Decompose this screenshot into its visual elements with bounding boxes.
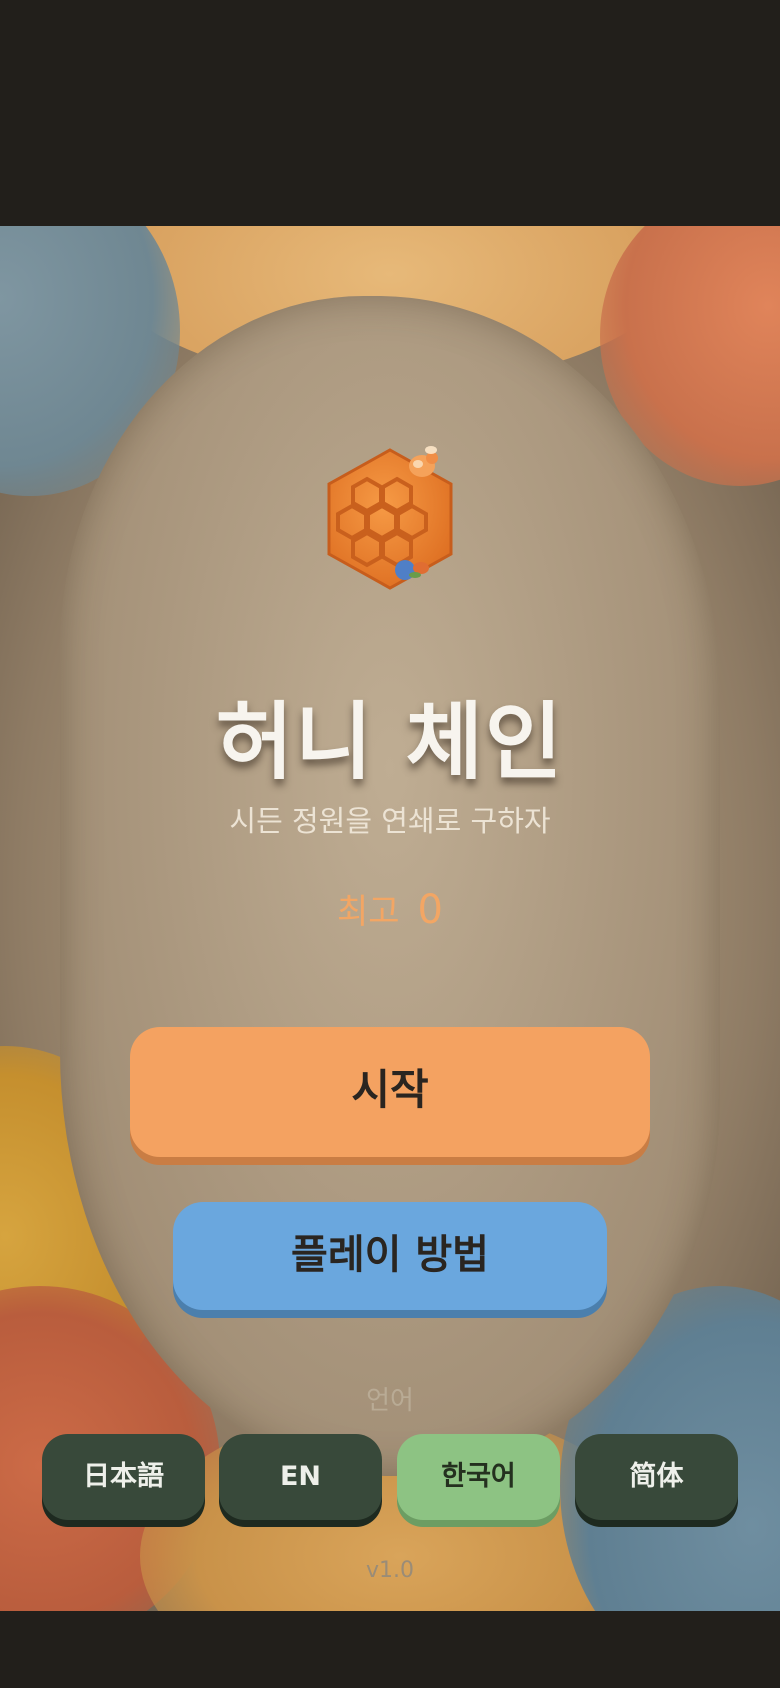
best-score: 최고 0 bbox=[0, 884, 780, 933]
language-button-korean[interactable]: 한국어 bbox=[397, 1434, 560, 1520]
language-button-simplified-chinese[interactable]: 简体 bbox=[575, 1434, 738, 1520]
language-button-english[interactable]: EN bbox=[219, 1434, 382, 1520]
best-score-value: 0 bbox=[417, 887, 443, 933]
how-to-play-button[interactable]: 플레이 방법 bbox=[173, 1202, 607, 1310]
best-score-label: 최고 bbox=[336, 892, 400, 932]
language-button-japanese[interactable]: 日本語 bbox=[42, 1434, 205, 1520]
start-button[interactable]: 시작 bbox=[130, 1027, 650, 1157]
language-label: 언어 bbox=[366, 1386, 414, 1416]
game-title: 허니 체인 bbox=[215, 693, 565, 791]
top-letterbox bbox=[0, 0, 780, 226]
version-label: v1.0 bbox=[365, 1558, 414, 1583]
honeycomb-with-bee-icon bbox=[327, 446, 453, 590]
game-subtitle: 시든 정원을 연쇄로 구하자 bbox=[229, 804, 551, 838]
bottom-letterbox bbox=[0, 1611, 780, 1688]
